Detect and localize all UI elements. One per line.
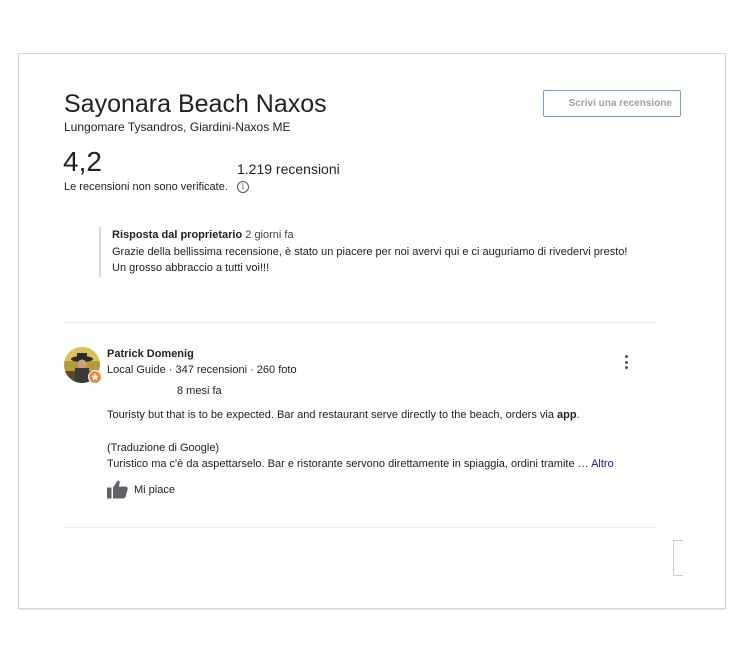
menu-dot (624, 360, 628, 364)
menu-dot (624, 366, 628, 369)
average-rating: 4,2 (63, 146, 102, 177)
reviews-panel: Sayonara Beach Naxos Lungomare Tysandros… (18, 53, 726, 609)
reviewer-meta: Local Guide · 347 recensioni · 260 foto (107, 364, 297, 376)
more-link[interactable]: Altro (591, 458, 614, 470)
scroll-edge-fragment (673, 540, 683, 576)
translation-note: (Traduzione di Google) (107, 441, 220, 454)
review-original-text: Touristy but that is to be expected. Bar… (107, 407, 667, 424)
info-icon[interactable]: i (236, 181, 249, 193)
owner-reply-heading: Risposta dal proprietario (112, 229, 243, 241)
divider (64, 527, 656, 528)
like-button[interactable]: Mi piace (107, 480, 175, 499)
review-text-start: Touristy but that is to be expected. Bar… (107, 409, 558, 421)
place-address: Lungomare Tysandros, Giardini-Naxos ME (64, 120, 291, 134)
owner-reply-time: 2 giorni fa (245, 229, 294, 241)
thumbs-up-icon (107, 480, 128, 499)
place-title: Sayonara Beach Naxos (64, 90, 327, 118)
review-date: 8 mesi fa (177, 385, 222, 397)
translated-text: Turistico ma c'è da aspettarselo. Bar e … (107, 458, 592, 470)
owner-reply: Risposta dal proprietario 2 giorni fa Gr… (99, 227, 652, 277)
like-label: Mi piace (134, 483, 175, 496)
unverified-note-text: Le recensioni non sono verificate. (64, 181, 228, 193)
reviewer-name[interactable]: Patrick Domenig (107, 348, 194, 360)
more-vert-icon[interactable] (619, 353, 633, 371)
divider (64, 322, 656, 323)
local-guide-star-icon (88, 370, 102, 384)
review-body: Touristy but that is to be expected. Bar… (107, 407, 667, 473)
owner-reply-closing: Un grosso abbraccio a tutti voi!!! (112, 262, 270, 274)
review-text-end: . (576, 409, 580, 421)
write-review-button[interactable]: Scrivi una recensione (543, 90, 681, 117)
review-count[interactable]: 1.219 recensioni (237, 161, 340, 177)
avatar[interactable] (64, 347, 102, 384)
review-translated-text: Turistico ma c'è da aspettarselo. Bar e … (107, 456, 667, 473)
review-text-bold: app (557, 409, 577, 421)
menu-dot (624, 355, 628, 358)
owner-reply-header: Risposta dal proprietario 2 giorni fa (112, 227, 652, 244)
owner-reply-text: Grazie della bellissima recensione, è st… (112, 245, 628, 258)
unverified-note: Le recensioni non sono verificate. i (64, 181, 249, 193)
